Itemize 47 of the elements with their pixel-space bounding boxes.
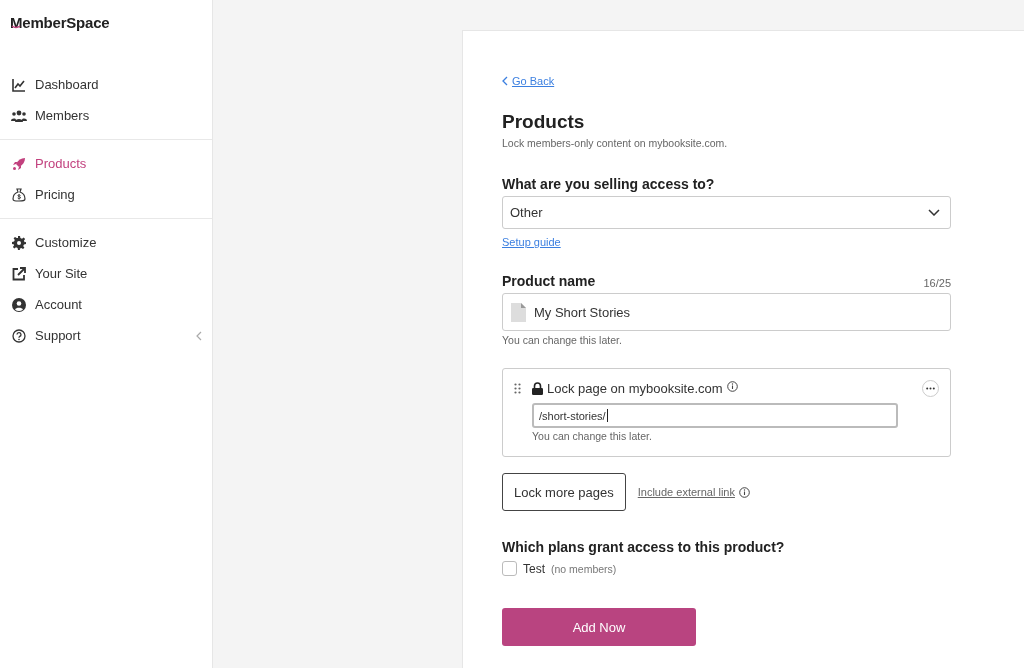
document-icon [511, 302, 526, 322]
chevron-left-icon [196, 330, 202, 341]
field-label: Which plans grant access to this product? [502, 539, 786, 555]
users-icon [11, 109, 27, 122]
sidebar-item[interactable]: Your Site [0, 258, 212, 289]
field-label: Product name [502, 273, 596, 289]
include-external-link[interactable]: Include external link [637, 486, 735, 498]
add-now-button[interactable]: Add Now [502, 608, 696, 646]
lock-more-pages-button[interactable]: Lock more pages [502, 473, 626, 511]
sidebar-item[interactable]: Products [0, 148, 212, 179]
sidebar-item[interactable]: Account [0, 289, 212, 320]
plan-checkbox[interactable] [502, 561, 517, 576]
more-options-button[interactable] [922, 380, 939, 397]
external-link-icon [12, 266, 26, 281]
chevron-down-icon [928, 209, 940, 216]
plan-note: (no members) [551, 562, 617, 575]
page-title: Products [502, 111, 586, 133]
sidebar-item[interactable]: Pricing [0, 179, 212, 210]
help-text: You can change this later. [532, 430, 653, 442]
drag-handle-icon[interactable] [514, 383, 521, 394]
help-text: You can change this later. [502, 334, 623, 346]
info-icon [738, 486, 750, 498]
chevron-left-icon [502, 76, 508, 86]
rocket-icon [12, 156, 26, 171]
memberspace-logo: MemberSpace [10, 14, 110, 31]
page-subtitle: Lock members-only content on mybooksite.com. [502, 137, 729, 149]
sidebar-item[interactable]: Customize [0, 227, 212, 258]
gear-icon [12, 235, 26, 250]
access-dropdown[interactable]: Other [502, 196, 951, 229]
lock-page-label: Lock page on mybooksite.com [547, 381, 723, 396]
ellipsis-icon [926, 387, 935, 390]
sidebar-item[interactable]: Support [0, 320, 212, 351]
field-label: What are you selling access to? [502, 176, 716, 192]
plan-name: Test [523, 561, 545, 576]
line-chart-icon [12, 77, 26, 92]
help-icon [12, 328, 26, 343]
page-path-field[interactable]: /short-stories/ [532, 403, 898, 428]
info-icon [726, 381, 738, 392]
product-name-field[interactable]: My Short Stories [502, 293, 951, 331]
sidebar-item[interactable]: Dashboard [0, 69, 212, 100]
setup-guide-link[interactable]: Setup guide [502, 236, 561, 248]
user-circle-icon [12, 297, 26, 312]
sidebar-item[interactable]: Members [0, 100, 212, 131]
money-bag-icon [12, 187, 26, 202]
lock-icon [532, 382, 543, 395]
character-count: 16/25 [923, 277, 951, 289]
go-back-link[interactable]: Go Back [502, 75, 555, 87]
